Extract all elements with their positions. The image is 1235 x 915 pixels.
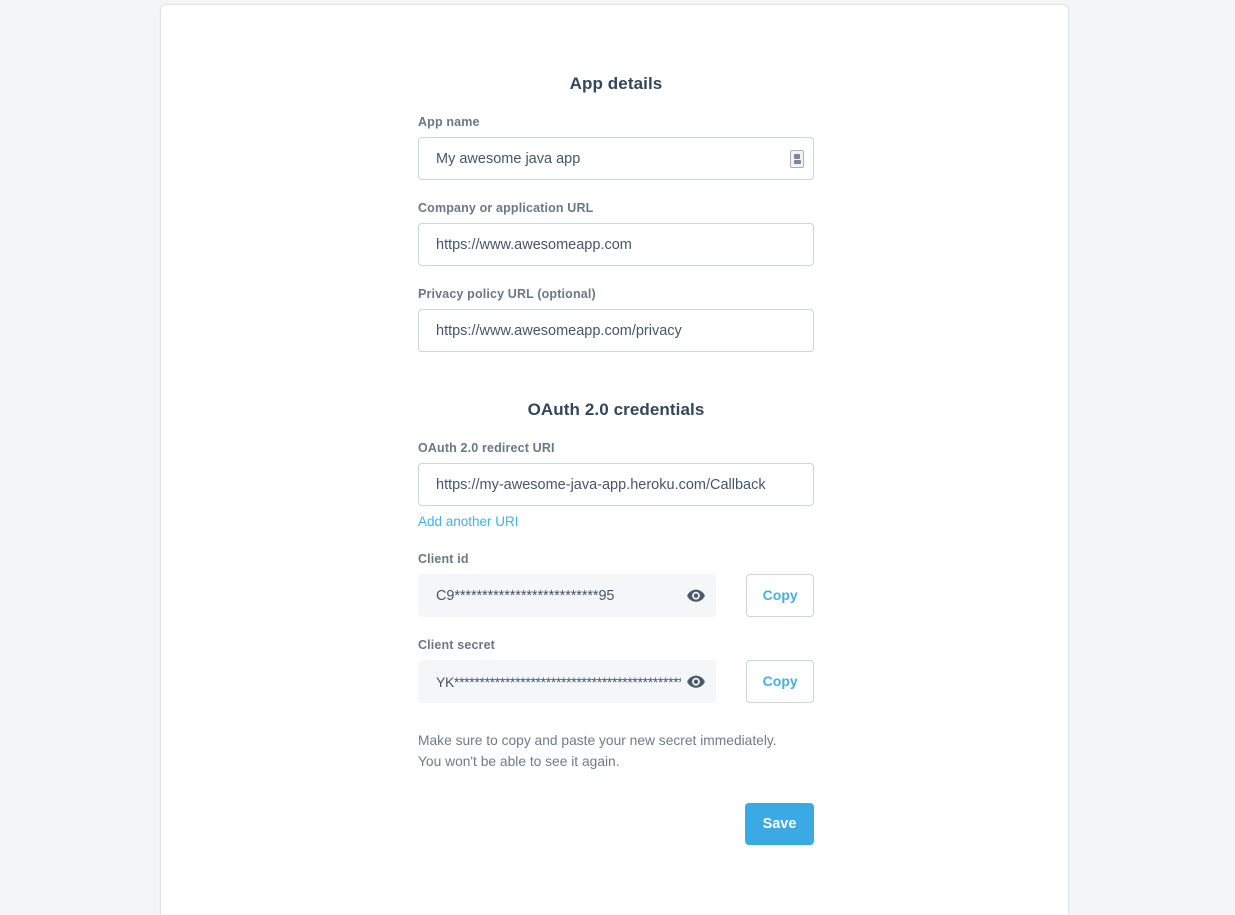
add-another-uri-link[interactable]: Add another URI [418, 514, 519, 529]
app-name-label: App name [418, 115, 480, 129]
secret-warning-line-1: Make sure to copy and paste your new sec… [418, 733, 777, 748]
company-url-label: Company or application URL [418, 201, 594, 215]
oauth-credentials-heading: OAuth 2.0 credentials [527, 400, 705, 419]
field-redirect-uri: OAuth 2.0 redirect URI Add another URI [418, 441, 814, 531]
field-company-url: Company or application URL [418, 201, 814, 266]
secret-warning-note: Make sure to copy and paste your new sec… [418, 731, 814, 772]
client-id-row: C9**************************95 Copy [418, 574, 814, 617]
settings-form: App details App name Company or applicat… [418, 5, 814, 845]
client-secret-reveal-button[interactable] [685, 671, 707, 693]
eye-icon [687, 675, 706, 688]
eye-icon [687, 589, 706, 602]
field-privacy-url: Privacy policy URL (optional) [418, 287, 814, 352]
field-client-secret: Client secret YK************************… [418, 638, 814, 703]
field-client-id: Client id C9**************************95 [418, 552, 814, 617]
privacy-url-input[interactable] [418, 309, 814, 352]
settings-card-inner: App details App name Company or applicat… [161, 5, 1068, 915]
app-details-heading: App details [569, 74, 663, 93]
save-row: Save [418, 803, 814, 845]
app-name-input[interactable] [418, 137, 814, 180]
client-secret-copy-button[interactable]: Copy [746, 660, 814, 703]
contact-card-icon[interactable] [790, 149, 804, 168]
app-settings-page: App details App name Company or applicat… [0, 0, 1235, 915]
secret-warning-line-2: You won't be able to see it again. [418, 753, 620, 769]
company-url-input[interactable] [418, 223, 814, 266]
save-button[interactable]: Save [745, 803, 814, 845]
client-secret-field: YK**************************************… [418, 660, 717, 703]
client-secret-row: YK**************************************… [418, 660, 814, 703]
client-id-value: C9**************************95 [436, 587, 615, 604]
settings-card: App details App name Company or applicat… [160, 4, 1069, 915]
client-secret-label: Client secret [418, 638, 495, 652]
app-name-input-wrap [418, 137, 814, 180]
redirect-uri-input[interactable] [418, 463, 814, 506]
client-id-reveal-button[interactable] [685, 585, 707, 607]
redirect-uri-label: OAuth 2.0 redirect URI [418, 441, 555, 455]
client-id-field: C9**************************95 [418, 574, 717, 617]
client-id-copy-button[interactable]: Copy [746, 574, 814, 617]
client-secret-value: YK**************************************… [436, 673, 682, 690]
field-app-name: App name [418, 115, 814, 180]
privacy-url-label: Privacy policy URL (optional) [418, 287, 596, 301]
client-id-label: Client id [418, 552, 469, 566]
